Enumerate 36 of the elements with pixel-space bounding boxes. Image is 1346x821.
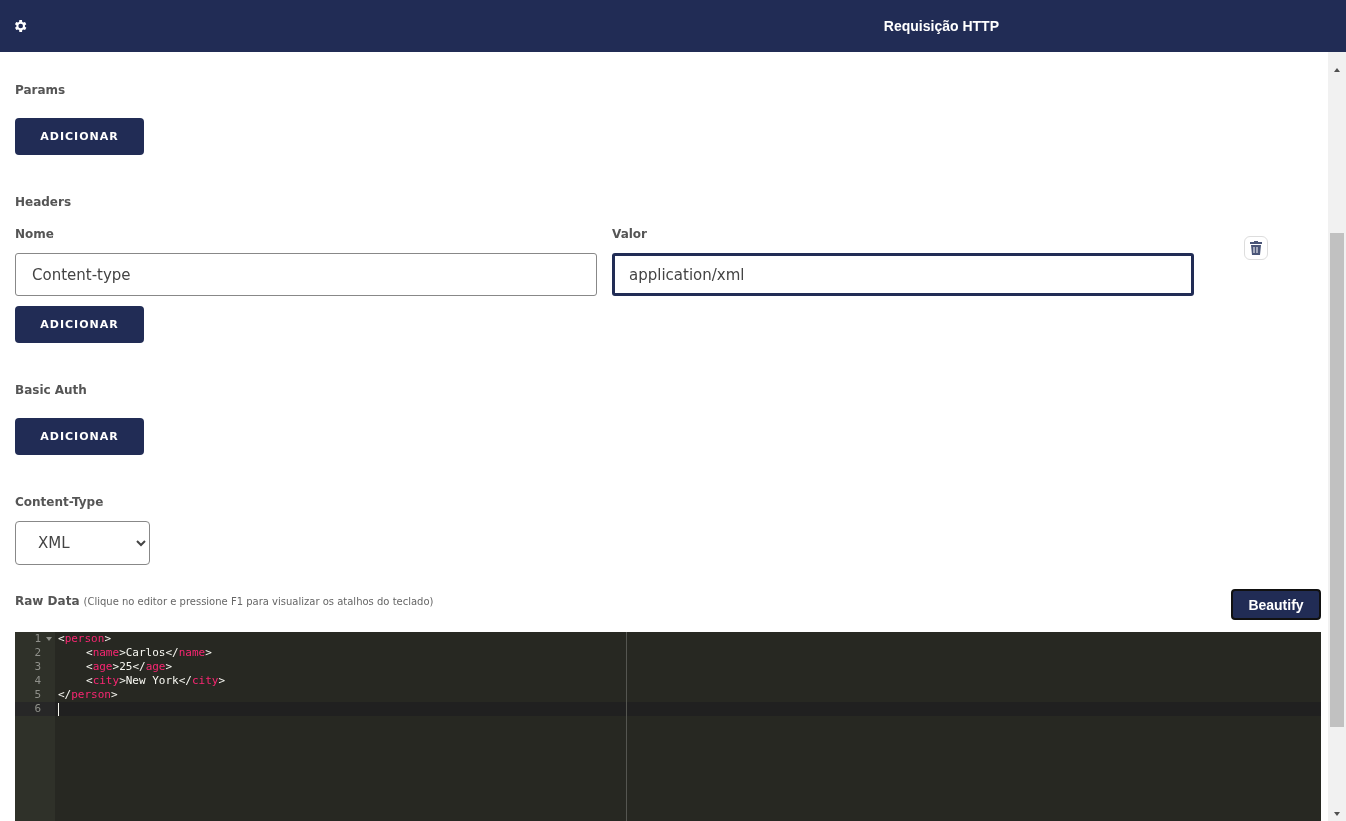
field-label: Valor	[612, 227, 648, 241]
scroll-up-icon[interactable]	[1333, 67, 1341, 73]
section-label: Content-Type	[15, 495, 105, 509]
code-editor[interactable]: 1 2 3 4 5 6 <person> <name>Carlos</name> <age>25</age> <city>New York</city> </person>	[15, 632, 1321, 821]
line-number: 6	[15, 702, 55, 716]
section-label: Raw Data	[15, 594, 80, 608]
input-field[interactable]: Content-type	[15, 253, 597, 296]
field-label: Nome	[15, 227, 55, 241]
line-number: 5	[33, 688, 42, 702]
beautify-button[interactable]: Beautify	[1231, 589, 1321, 620]
text-cursor	[58, 702, 59, 716]
add-button[interactable]: ADICIONAR	[15, 306, 144, 343]
trash-icon	[1250, 240, 1262, 255]
section-label: Params	[15, 83, 67, 97]
add-button[interactable]: ADICIONAR	[15, 418, 144, 455]
section-label: Basic Auth	[15, 383, 88, 397]
code-line: <name>Carlos</name>	[85, 646, 213, 660]
add-button[interactable]: ADICIONAR	[15, 118, 144, 155]
scroll-down-icon[interactable]	[1333, 811, 1341, 817]
line-number: 3	[33, 660, 42, 674]
code-line: <person>	[57, 632, 112, 646]
line-number: 4	[33, 674, 42, 688]
settings-icon[interactable]	[12, 18, 28, 34]
content-type-select[interactable]: XML	[15, 521, 150, 565]
page-title: Requisição HTTP	[883, 18, 999, 34]
code-line: <age>25</age>	[85, 660, 174, 674]
hint-text: (Clique no editor e pressione F1 para visualizar os atalhos do teclado)	[83, 596, 434, 607]
line-number: 1	[15, 632, 55, 646]
scrollbar[interactable]	[1328, 52, 1346, 821]
code-line: </person>	[57, 688, 119, 702]
section-label: Headers	[15, 195, 73, 209]
fold-icon[interactable]	[46, 637, 52, 641]
input-field[interactable]: application/xml	[612, 253, 1194, 296]
code-line: <city>New York</city>	[85, 674, 227, 688]
delete-button[interactable]	[1244, 235, 1268, 260]
line-number: 2	[33, 646, 42, 660]
